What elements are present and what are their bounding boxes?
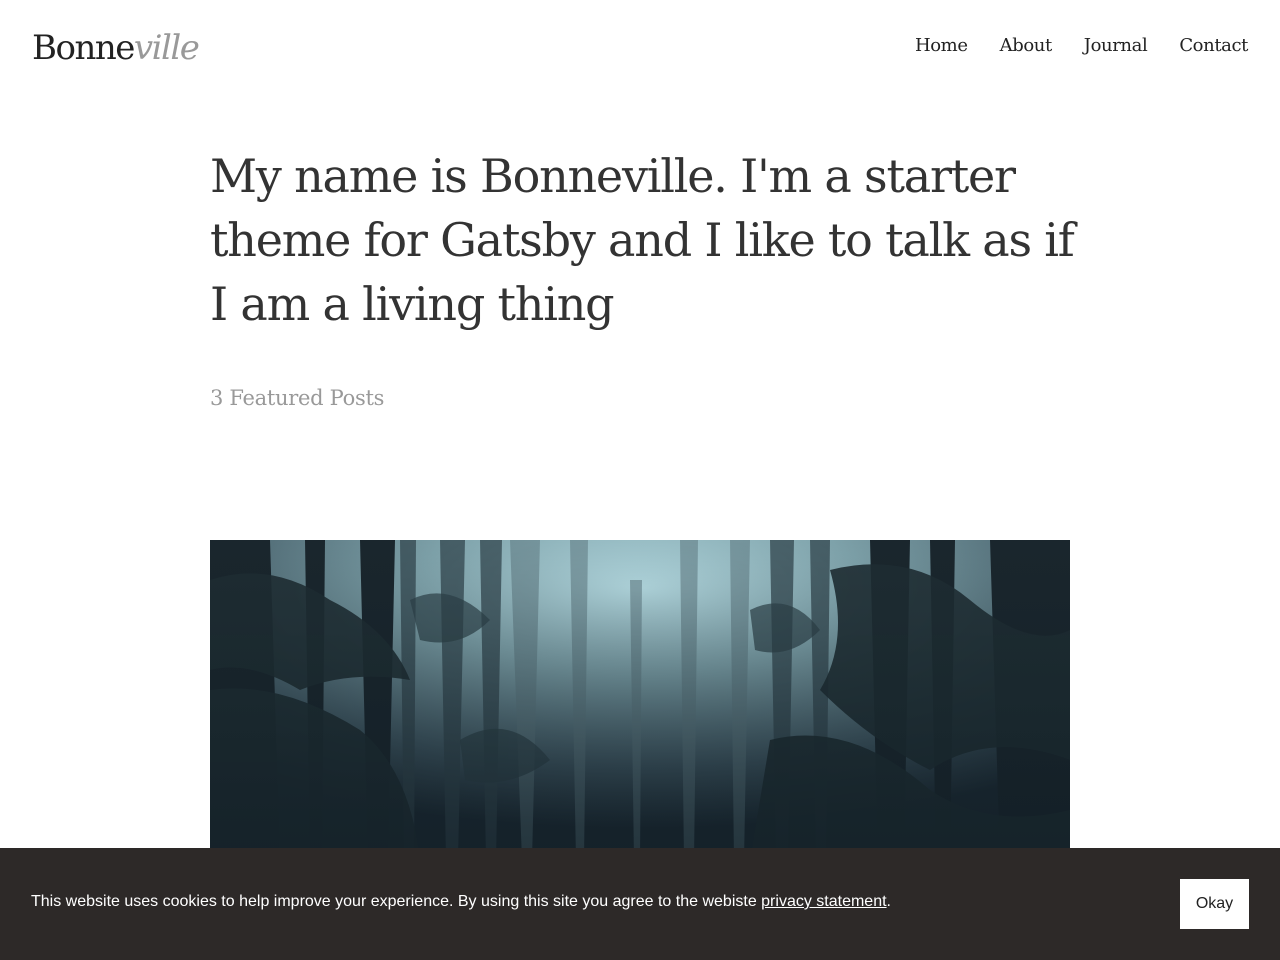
main-nav: Home About Journal Contact (915, 33, 1248, 59)
site-logo[interactable]: Bonneville (32, 26, 200, 70)
privacy-statement-link[interactable]: privacy statement (761, 893, 886, 910)
nav-journal-link[interactable]: Journal (1084, 33, 1148, 59)
nav-about-link[interactable]: About (1000, 33, 1053, 59)
cookie-banner: This website uses cookies to help improv… (0, 848, 1280, 960)
site-header: Bonneville Home About Journal Contact (0, 0, 1280, 96)
okay-button[interactable]: Okay (1180, 879, 1249, 929)
cookie-message-text: This website uses cookies to help improv… (31, 893, 762, 910)
forest-image (210, 540, 1070, 860)
nav-home-link[interactable]: Home (915, 33, 968, 59)
logo-italic: ville (133, 28, 200, 68)
featured-post-image[interactable] (210, 540, 1070, 860)
intro-headline: My name is Bonneville. I'm a starter the… (210, 149, 1075, 331)
cookie-message: This website uses cookies to help improv… (31, 891, 891, 913)
nav-contact-link[interactable]: Contact (1179, 33, 1248, 59)
cookie-message-end: . (886, 893, 891, 910)
featured-posts-count: 3 Featured Posts (210, 386, 385, 410)
logo-regular: Bonne (32, 28, 135, 68)
